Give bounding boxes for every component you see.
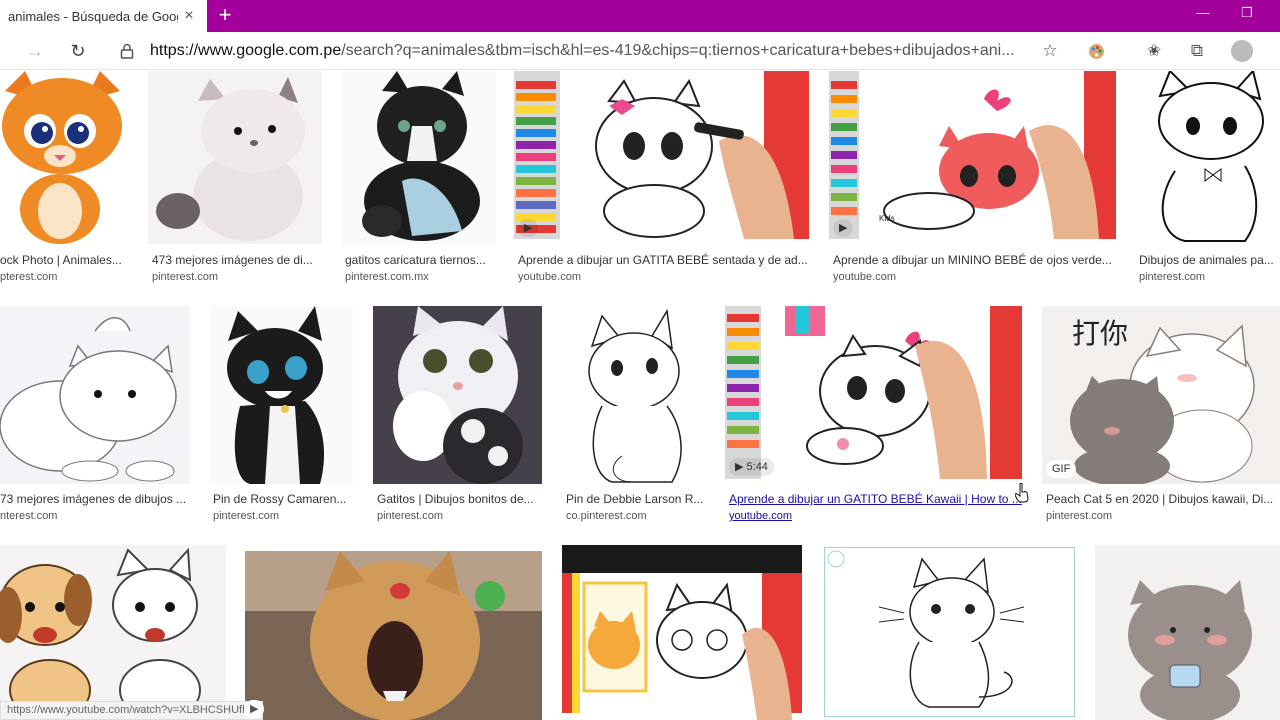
video-play-badge: ▶ — [244, 700, 265, 718]
profile-avatar[interactable] — [1231, 40, 1253, 62]
browser-tab[interactable]: animales - Búsqueda de Google × — [0, 0, 207, 32]
result-title[interactable]: Pin de Debbie Larson R... — [566, 492, 711, 506]
result-source: pinterest.com — [213, 510, 280, 522]
hand-cursor-icon — [1015, 483, 1029, 503]
result-title[interactable]: Peach Cat 5 en 2020 | Dibujos kawaii, Di… — [1046, 492, 1278, 506]
result-source: pinterest.com — [1046, 510, 1113, 522]
result-title[interactable]: Aprende a dibujar un GATITA BEBÉ sentada… — [518, 253, 810, 267]
favorite-star-icon[interactable]: ☆ — [1039, 40, 1061, 62]
result-thumbnail[interactable] — [1135, 71, 1278, 244]
video-duration-badge: ▶ 5:44 — [729, 458, 774, 476]
result-title[interactable]: Aprende a dibujar un GATITO BEBÉ Kawaii … — [729, 492, 1029, 506]
result-source: youtube.com — [518, 271, 581, 283]
result-title[interactable]: Dibujos de animales pa... — [1139, 253, 1279, 267]
status-url-text: https://www.youtube.com/watch?v=XLBHCSHU… — [7, 704, 256, 716]
result-thumbnail[interactable] — [342, 71, 496, 244]
result-title[interactable]: Aprende a dibujar un MININO BEBÉ de ojos… — [833, 253, 1117, 267]
result-title[interactable]: 73 mejores imágenes de dibujos ... — [0, 492, 190, 506]
result-source: nterest.com — [0, 510, 58, 522]
result-card[interactable] — [245, 551, 543, 720]
result-card[interactable]: Pin de Debbie Larson R... co.pinterest.c… — [562, 306, 712, 526]
address-bar: → ↻ https://www.google.com.pe/search?q=a… — [0, 32, 1280, 70]
result-thumbnail[interactable] — [210, 306, 353, 484]
result-title[interactable]: Gatitos | Dibujos bonitos de... — [377, 492, 547, 506]
tab-title: animales - Búsqueda de Google — [8, 8, 178, 24]
result-thumbnail[interactable] — [245, 551, 542, 720]
result-card[interactable]: 打你 GIF Peach Cat 5 en 2020 | Dibujos kaw… — [1042, 306, 1280, 526]
result-source[interactable]: youtube.com — [729, 510, 1029, 522]
result-title[interactable]: ock Photo | Animales... — [0, 253, 130, 267]
result-thumbnail[interactable] — [148, 71, 322, 244]
result-card[interactable]: ▶ Aprende a dibujar un GATITA BEBÉ senta… — [514, 71, 814, 291]
result-card[interactable] — [0, 545, 228, 720]
video-play-badge: ▶ — [518, 219, 539, 237]
result-source: pterest.com — [0, 271, 58, 283]
result-thumbnail[interactable] — [514, 71, 809, 239]
result-thumbnail[interactable] — [0, 306, 190, 484]
result-title[interactable]: Pin de Rossy Camaren... — [213, 492, 358, 506]
result-source: pinterest.com — [377, 510, 444, 522]
reload-icon[interactable]: ↻ — [67, 40, 89, 62]
lock-icon[interactable] — [120, 43, 134, 59]
status-link-url: https://www.youtube.com/watch?v=XLBHCSHU… — [0, 701, 263, 720]
result-card[interactable]: ▶ 5:44 Aprende a dibujar un GATITO BEBÉ … — [725, 306, 1030, 526]
forward-icon[interactable]: → — [24, 40, 46, 62]
title-bar: animales - Búsqueda de Google × + — ❐ — [0, 0, 1280, 32]
result-card[interactable] — [562, 545, 804, 720]
result-thumbnail[interactable] — [0, 71, 127, 244]
result-card[interactable]: Kids ▶ Aprende a dibujar un MININO BEBÉ … — [829, 71, 1121, 291]
result-source: co.pinterest.com — [566, 510, 647, 522]
result-source: pinterest.com — [152, 271, 219, 283]
result-thumbnail[interactable] — [725, 306, 1022, 479]
result-thumbnail[interactable]: Kids — [829, 71, 1116, 239]
close-tab-icon[interactable]: × — [181, 8, 197, 24]
favorites-icon[interactable]: ✬ — [1143, 40, 1165, 62]
new-tab-icon[interactable]: + — [214, 4, 236, 26]
minimize-icon[interactable]: — — [1190, 2, 1216, 24]
result-thumbnail[interactable] — [824, 547, 1075, 717]
result-source: pinterest.com.mx — [345, 271, 429, 283]
result-card[interactable]: Gatitos | Dibujos bonitos de... pinteres… — [373, 306, 549, 526]
result-thumbnail[interactable] — [1095, 545, 1280, 720]
result-card[interactable]: Dibujos de animales pa... pinterest.com — [1135, 71, 1280, 291]
video-play-badge: ▶ — [833, 219, 854, 237]
result-thumbnail[interactable] — [373, 306, 542, 484]
result-source: pinterest.com — [1139, 271, 1206, 283]
extension-palette-icon[interactable] — [1088, 43, 1105, 60]
result-card[interactable] — [1095, 545, 1280, 720]
result-thumbnail[interactable] — [0, 545, 226, 720]
url-field[interactable]: https://www.google.com.pe/search?q=anima… — [150, 42, 1030, 60]
result-card[interactable]: ock Photo | Animales... pterest.com — [0, 71, 134, 291]
url-path: /search?q=animales&tbm=isch&hl=es-419&ch… — [341, 42, 1015, 59]
result-title[interactable]: 473 mejores imágenes de di... — [152, 253, 322, 267]
result-title[interactable]: gatitos caricatura tiernos... — [345, 253, 500, 267]
result-card[interactable]: 473 mejores imágenes de di... pinterest.… — [148, 71, 326, 291]
result-thumbnail[interactable] — [562, 306, 707, 484]
result-card[interactable]: 73 mejores imágenes de dibujos ... ntere… — [0, 306, 196, 526]
maximize-icon[interactable]: ❐ — [1234, 2, 1260, 24]
gif-badge: GIF — [1046, 460, 1077, 478]
overlay-chinese-text: 打你 — [1072, 317, 1129, 350]
collections-icon[interactable]: ⧉ — [1186, 40, 1208, 62]
result-card[interactable]: Pin de Rossy Camaren... pinterest.com — [210, 306, 360, 526]
url-host: https://www.google.com.pe — [150, 42, 342, 59]
image-results-grid: ock Photo | Animales... pterest.com 473 … — [0, 71, 1280, 720]
result-card[interactable] — [824, 547, 1076, 719]
result-source: youtube.com — [833, 271, 896, 283]
result-thumbnail[interactable] — [562, 545, 802, 720]
result-card[interactable]: gatitos caricatura tiernos... pinterest.… — [342, 71, 502, 291]
svg-text:Kids: Kids — [879, 214, 895, 223]
